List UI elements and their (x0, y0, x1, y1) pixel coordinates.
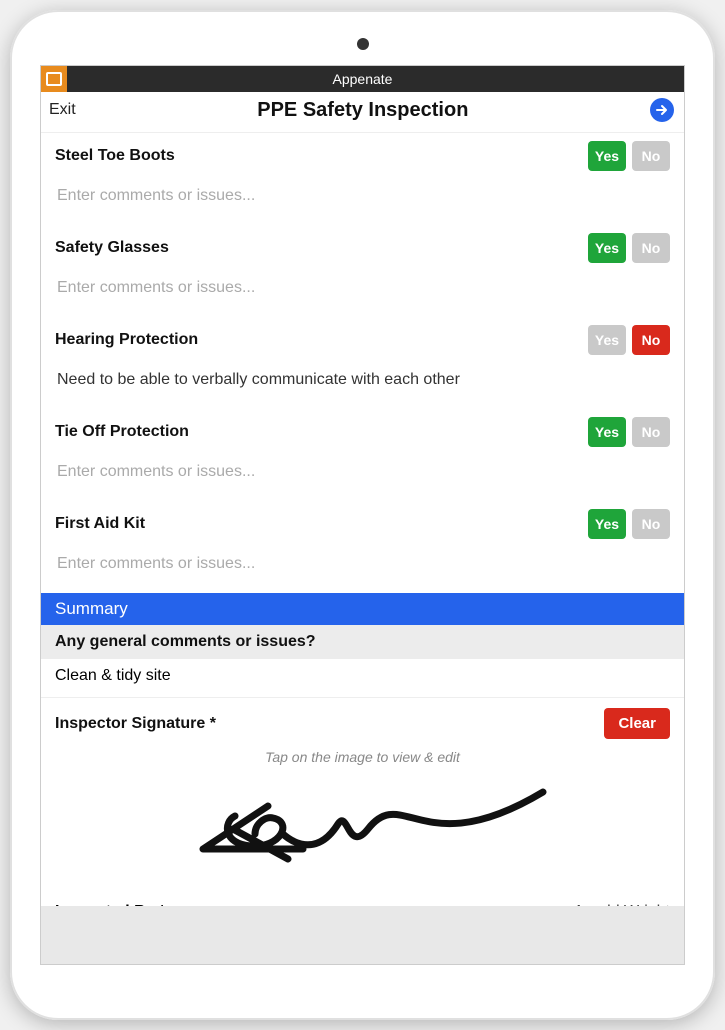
yes-no-group: YesNo (588, 325, 670, 355)
next-arrow-button[interactable] (650, 98, 674, 122)
inspected-by-row: Inspected By * Arnold Wright (41, 889, 684, 906)
no-button[interactable]: No (632, 417, 670, 447)
no-button[interactable]: No (632, 325, 670, 355)
signature-label: Inspector Signature * (55, 715, 216, 733)
checklist-item-label: Tie Off Protection (55, 423, 189, 441)
general-question: Any general comments or issues? (41, 625, 684, 659)
checklist-item-label: First Aid Kit (55, 515, 145, 533)
screen: Appenate Exit PPE Safety Inspection Stee… (40, 65, 685, 965)
yes-no-group: YesNo (588, 141, 670, 171)
tablet-frame: Appenate Exit PPE Safety Inspection Stee… (10, 10, 715, 1020)
yes-no-group: YesNo (588, 509, 670, 539)
arrow-right-icon (655, 103, 669, 117)
footer-bar (41, 906, 684, 964)
form-content: Steel Toe BootsYesNoSafety GlassesYesNoH… (41, 133, 684, 906)
checklist-item-row: Steel Toe Boots YesNo (41, 133, 684, 177)
checklist-item-label: Steel Toe Boots (55, 147, 175, 165)
signature-canvas[interactable] (41, 769, 684, 889)
signature-row: Inspector Signature * Clear (41, 698, 684, 743)
yes-button[interactable]: Yes (588, 325, 626, 355)
yes-no-group: YesNo (588, 233, 670, 263)
yes-no-group: YesNo (588, 417, 670, 447)
comment-input[interactable] (55, 181, 670, 219)
signature-icon (173, 774, 553, 884)
yes-button[interactable]: Yes (588, 509, 626, 539)
app-top-bar: Appenate (41, 66, 684, 92)
page-title: PPE Safety Inspection (257, 99, 468, 122)
clear-signature-button[interactable]: Clear (604, 708, 670, 739)
app-logo-icon (41, 66, 67, 92)
summary-header: Summary (41, 593, 684, 625)
checklist-item-row: Tie Off Protection YesNo (41, 409, 684, 453)
checklist-item-row: Safety Glasses YesNo (41, 225, 684, 269)
comment-input[interactable] (55, 549, 670, 587)
checklist-item-row: First Aid Kit YesNo (41, 501, 684, 545)
yes-button[interactable]: Yes (588, 417, 626, 447)
comment-input[interactable] (55, 365, 670, 403)
app-name: Appenate (333, 71, 393, 87)
checklist-item-label: Safety Glasses (55, 239, 169, 257)
signature-hint: Tap on the image to view & edit (41, 743, 684, 769)
camera-dot (357, 38, 369, 50)
no-button[interactable]: No (632, 141, 670, 171)
title-bar: Exit PPE Safety Inspection (41, 92, 684, 133)
checklist-item-label: Hearing Protection (55, 331, 198, 349)
comment-input[interactable] (55, 273, 670, 311)
comment-input[interactable] (55, 457, 670, 495)
exit-button[interactable]: Exit (49, 101, 76, 119)
yes-button[interactable]: Yes (588, 233, 626, 263)
general-comment-value[interactable]: Clean & tidy site (41, 659, 684, 698)
no-button[interactable]: No (632, 233, 670, 263)
yes-button[interactable]: Yes (588, 141, 626, 171)
no-button[interactable]: No (632, 509, 670, 539)
checklist-item-row: Hearing Protection YesNo (41, 317, 684, 361)
